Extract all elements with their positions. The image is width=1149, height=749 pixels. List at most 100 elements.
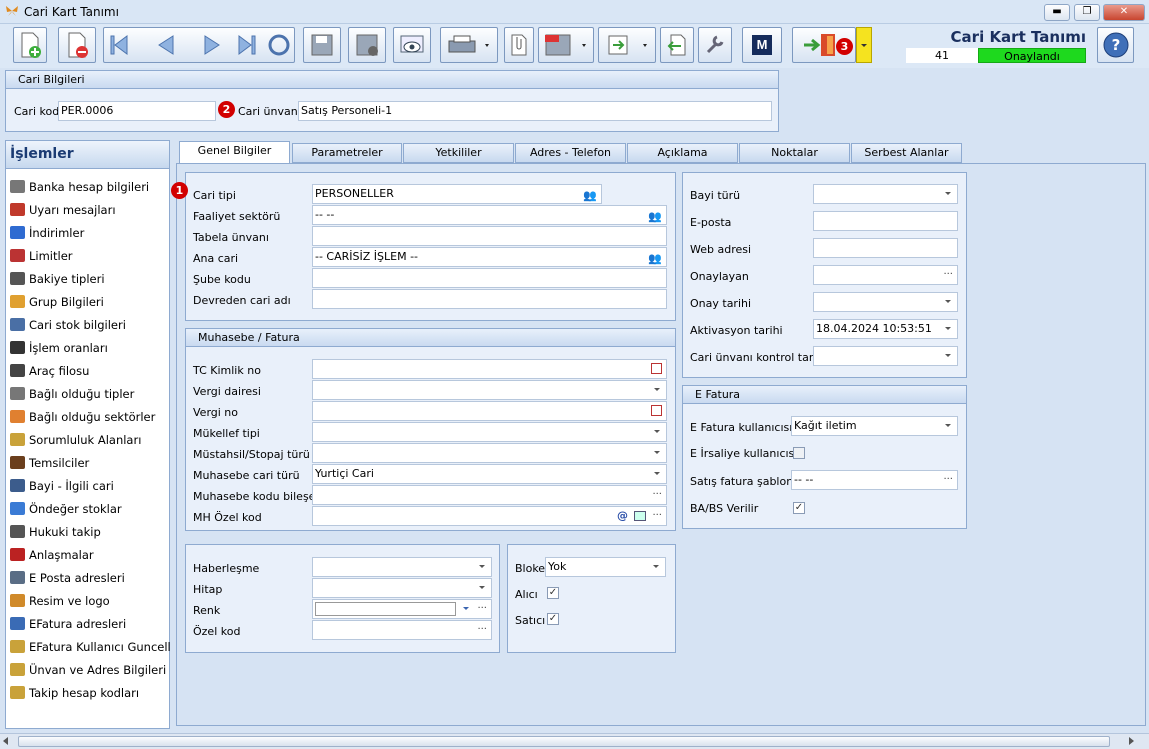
scroll-left-icon[interactable] [3, 737, 8, 745]
pdf-export-button[interactable] [538, 27, 594, 63]
m-module-button[interactable]: M [742, 27, 782, 63]
sidebar-item[interactable]: E Posta adresleri [10, 568, 170, 588]
ana-cari-input[interactable]: -- CARİSİZ İŞLEM -- 👥 [312, 247, 667, 267]
tab-item[interactable]: Genel Bilgiler [179, 141, 290, 163]
kontrol-tarihi-select[interactable] [813, 346, 958, 366]
sidebar-item[interactable]: Öndeğer stoklar [10, 499, 170, 519]
lookup-icon[interactable] [634, 511, 646, 521]
sidebar-item[interactable]: Banka hesap bilgileri [10, 177, 170, 197]
preview-button[interactable] [393, 27, 431, 63]
vergi-dairesi-select[interactable] [312, 380, 667, 400]
cari-unvani-input[interactable]: Satış Personeli-1 [298, 101, 772, 121]
attach-button[interactable] [504, 27, 534, 63]
cari-kod-input[interactable]: PER.0006 [58, 101, 216, 121]
alici-checkbox[interactable]: ✓ [547, 587, 559, 599]
muhasebe-cari-turu-select[interactable]: Yurtiçi Cari [312, 464, 667, 484]
sidebar-item[interactable]: Cari stok bilgileri [10, 315, 170, 335]
babs-checkbox[interactable]: ✓ [793, 502, 805, 514]
calendar-icon[interactable] [651, 363, 662, 374]
tab-item[interactable]: Yetkililer [403, 143, 514, 163]
export-button[interactable] [598, 27, 656, 63]
ellipsis-icon[interactable]: ··· [477, 621, 487, 639]
ozel-kod-input[interactable]: ··· [312, 620, 492, 640]
sidebar-item[interactable]: Bayi - İlgili cari [10, 476, 170, 496]
tab-item[interactable]: Noktalar [739, 143, 850, 163]
faaliyet-sektoru-input[interactable]: -- -- 👥 [312, 205, 667, 225]
sidebar-item[interactable]: Limitler [10, 246, 170, 266]
sidebar-item[interactable]: İndirimler [10, 223, 170, 243]
aktivasyon-tarihi-select[interactable]: 18.04.2024 10:53:51 [813, 319, 958, 339]
devreden-cari-label: Devreden cari adı [193, 294, 291, 307]
exit-dropdown[interactable] [856, 27, 872, 63]
ellipsis-icon[interactable]: ··· [652, 486, 662, 504]
tab-item[interactable]: Serbest Alanlar [851, 143, 962, 163]
sidebar-item[interactable]: İşlem oranları [10, 338, 170, 358]
haberlesme-select[interactable] [312, 557, 492, 577]
sidebar-item[interactable]: Ünvan ve Adres Bilgileri ... [10, 660, 170, 680]
maximize-button[interactable]: ❐ [1074, 4, 1100, 21]
tab-item[interactable]: Açıklama [627, 143, 738, 163]
eirsaliye-checkbox[interactable] [793, 447, 805, 459]
sidebar-item[interactable]: Bağlı olduğu sektörler [10, 407, 170, 427]
devreden-cari-input[interactable] [312, 289, 667, 309]
bloke-select[interactable]: Yok [545, 557, 666, 577]
sidebar-item[interactable]: Bağlı olduğu tipler [10, 384, 170, 404]
cancel-save-button[interactable] [348, 27, 386, 63]
scroll-right-icon[interactable] [1129, 737, 1134, 745]
mustahsil-select[interactable] [312, 443, 667, 463]
ellipsis-icon[interactable]: ··· [943, 266, 953, 284]
minimize-button[interactable]: ▬ [1044, 4, 1070, 21]
people-icon[interactable]: 👥 [648, 250, 662, 266]
sidebar-item[interactable]: Uyarı mesajları [10, 200, 170, 220]
satis-sablon-input[interactable]: -- -- ··· [791, 470, 958, 490]
tools-button[interactable] [698, 27, 732, 63]
tab-item[interactable]: Parametreler [292, 143, 402, 163]
chevron-down-icon[interactable] [463, 607, 469, 610]
onaylayan-input[interactable]: ··· [813, 265, 958, 285]
at-icon[interactable]: @ [617, 507, 628, 525]
help-button[interactable]: ? [1097, 27, 1134, 63]
people-icon[interactable]: 👥 [648, 208, 662, 224]
hitap-select[interactable] [312, 578, 492, 598]
web-adresi-input[interactable] [813, 238, 958, 258]
people-icon[interactable]: 👥 [583, 187, 597, 203]
ellipsis-icon[interactable]: ··· [477, 600, 487, 618]
sidebar-item[interactable]: Hukuki takip [10, 522, 170, 542]
mukellef-tipi-select[interactable] [312, 422, 667, 442]
delete-record-button[interactable] [58, 27, 96, 63]
tc-kimlik-input[interactable] [312, 359, 667, 379]
sidebar-item[interactable]: Grup Bilgileri [10, 292, 170, 312]
sidebar-item[interactable]: Bakiye tipleri [10, 269, 170, 289]
sidebar-item[interactable]: Takip hesap kodları [10, 683, 170, 703]
tab-item[interactable]: Adres - Telefon [515, 143, 626, 163]
onay-tarihi-select[interactable] [813, 292, 958, 312]
cari-tipi-input[interactable]: PERSONELLER 👥 [312, 184, 602, 204]
sidebar-item[interactable]: EFatura adresleri [10, 614, 170, 634]
renk-picker[interactable]: ··· [312, 599, 492, 619]
ellipsis-icon[interactable]: ··· [943, 471, 953, 489]
sidebar-item[interactable]: Temsilciler [10, 453, 170, 473]
sidebar-item[interactable]: Anlaşmalar [10, 545, 170, 565]
sidebar-item[interactable]: Araç filosu [10, 361, 170, 381]
print-button[interactable] [440, 27, 498, 63]
ellipsis-icon[interactable]: ··· [652, 507, 662, 525]
sidebar-item[interactable]: Resim ve logo [10, 591, 170, 611]
sidebar-item[interactable]: Sorumluluk Alanları [10, 430, 170, 450]
save-button[interactable] [303, 27, 341, 63]
vergi-no-input[interactable] [312, 401, 667, 421]
horizontal-scrollbar[interactable] [0, 733, 1149, 749]
satici-checkbox[interactable]: ✓ [547, 613, 559, 625]
bayi-turu-select[interactable] [813, 184, 958, 204]
sidebar-item[interactable]: EFatura Kullanıcı Guncelle [10, 637, 170, 657]
close-button[interactable]: ✕ [1103, 4, 1145, 21]
scroll-thumb[interactable] [18, 736, 1110, 747]
calendar-icon[interactable] [651, 405, 662, 416]
tabela-unvani-input[interactable] [312, 226, 667, 246]
import-button[interactable] [660, 27, 694, 63]
mh-ozel-kod-input[interactable]: @ ··· [312, 506, 667, 526]
muhasebe-kodu-input[interactable]: ··· [312, 485, 667, 505]
eposta-input[interactable] [813, 211, 958, 231]
new-record-button[interactable] [13, 27, 47, 63]
efatura-kullanici-select[interactable]: Kağıt iletim [791, 416, 958, 436]
sube-kodu-input[interactable] [312, 268, 667, 288]
